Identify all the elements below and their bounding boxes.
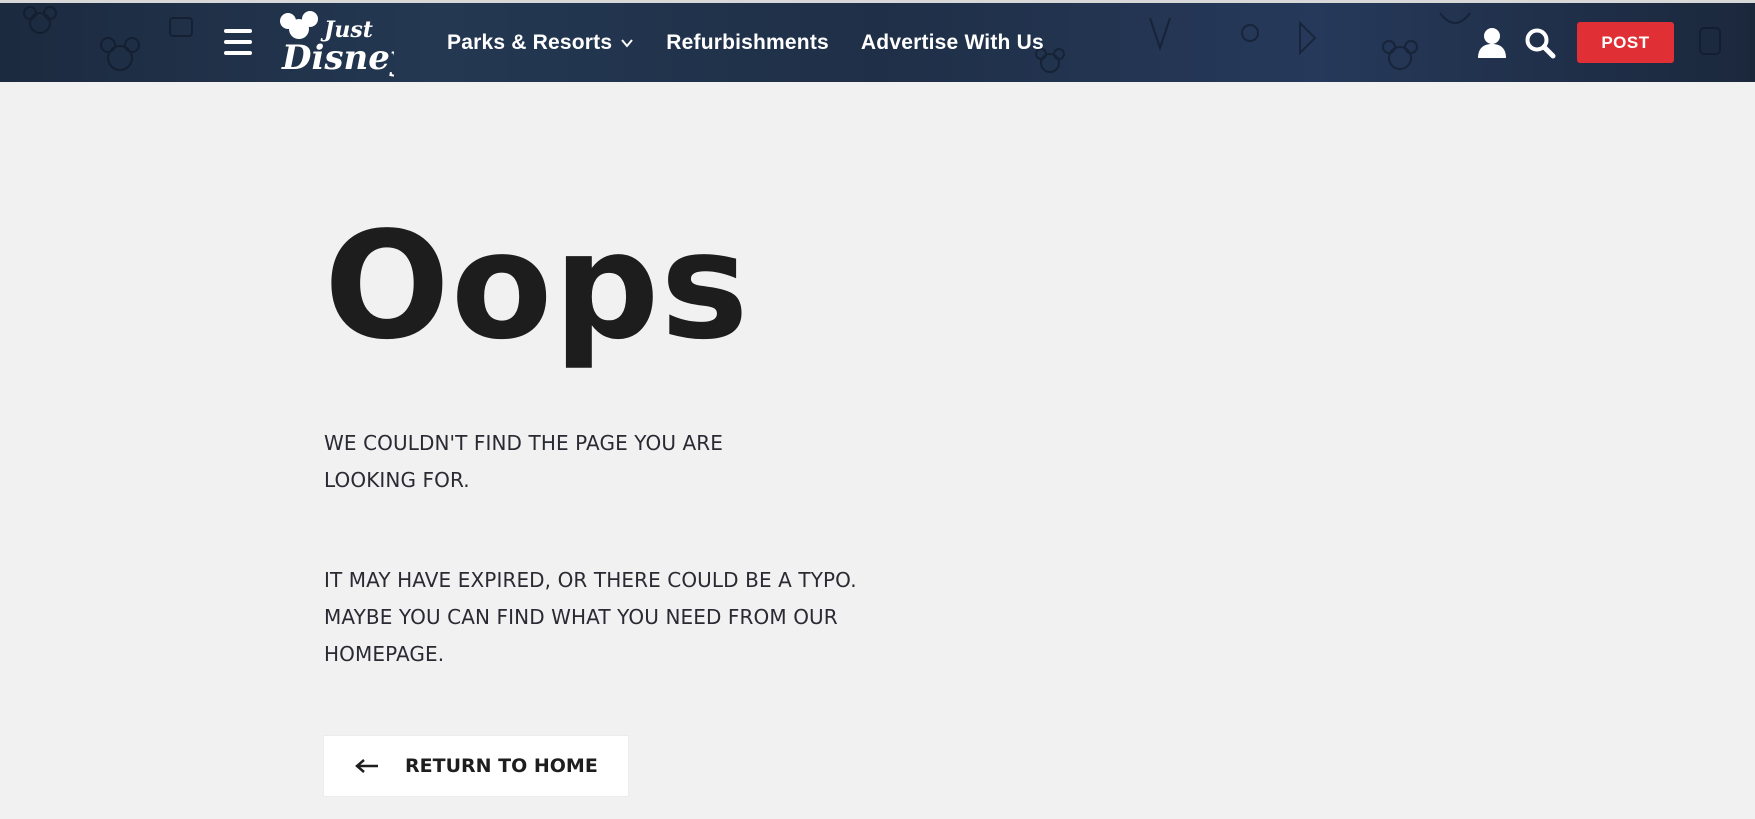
post-button[interactable]: POST [1577, 22, 1674, 63]
chevron-down-icon [621, 38, 634, 48]
nav-parks-resorts-label: Parks & Resorts [447, 30, 613, 54]
arrow-left-icon [355, 759, 378, 773]
site-header: Just Disney Parks & Resorts Refurbishmen… [0, 3, 1755, 82]
return-home-label: RETURN TO HOME [405, 755, 598, 777]
nav-refurbishments[interactable]: Refurbishments [666, 31, 829, 55]
nav-refurbishments-label: Refurbishments [666, 30, 829, 54]
menu-icon-bar [224, 40, 252, 44]
main-navigation: Parks & Resorts Refurbishments Advertise… [447, 3, 1076, 82]
error-hint: IT MAY HAVE EXPIRED, OR THERE COULD BE A… [324, 568, 857, 666]
page-title: Oops [324, 200, 750, 372]
menu-icon-bar [224, 29, 252, 33]
nav-advertise[interactable]: Advertise With Us [861, 31, 1044, 55]
return-home-button[interactable]: RETURN TO HOME [324, 736, 628, 796]
nav-advertise-label: Advertise With Us [860, 30, 1044, 54]
svg-text:Disney: Disney [281, 38, 394, 77]
search-icon[interactable] [1524, 27, 1556, 59]
menu-icon[interactable] [224, 29, 252, 55]
nav-parks-resorts[interactable]: Parks & Resorts [447, 31, 634, 55]
menu-icon-bar [224, 51, 252, 55]
just-disney-logo[interactable]: Just Disney [274, 7, 394, 77]
user-icon[interactable] [1477, 27, 1507, 59]
error-message: WE COULDN'T FIND THE PAGE YOU ARE LOOKIN… [324, 431, 724, 492]
